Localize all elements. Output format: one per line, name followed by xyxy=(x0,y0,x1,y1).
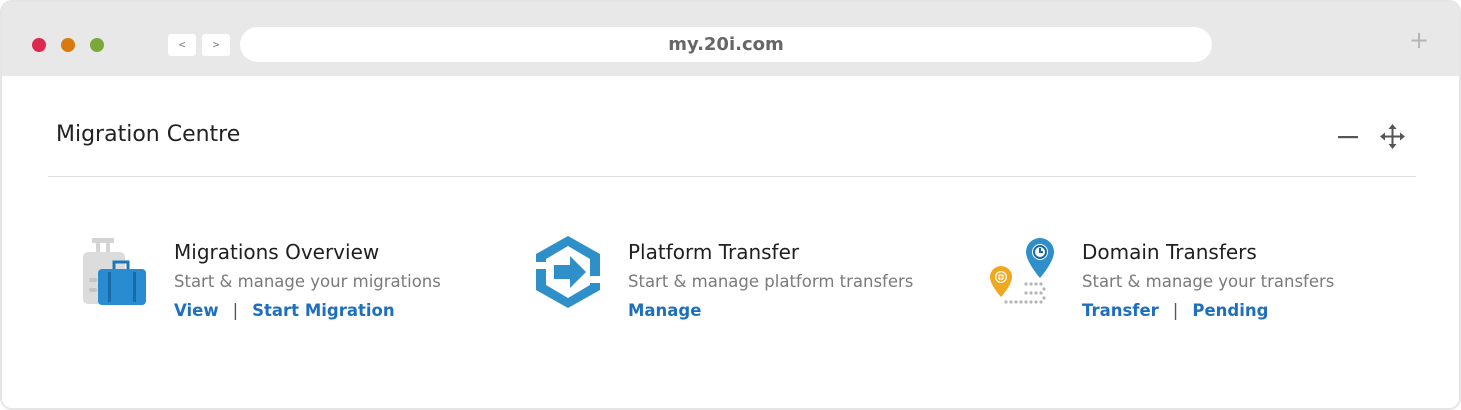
address-bar[interactable]: my.20i.com xyxy=(240,27,1212,62)
browser-titlebar: < > my.20i.com + xyxy=(2,2,1459,76)
link-separator: | xyxy=(232,301,239,320)
card-title: Platform Transfer xyxy=(628,240,800,264)
close-window-button[interactable] xyxy=(32,38,46,52)
panel-title: Migration Centre xyxy=(56,122,241,147)
minimize-window-button[interactable] xyxy=(61,38,75,52)
forward-button[interactable]: > xyxy=(202,34,230,56)
start-migration-link[interactable]: Start Migration xyxy=(252,301,394,320)
platform-transfer-icon xyxy=(532,236,604,308)
domain-transfer-icon xyxy=(990,238,1054,304)
luggage-icon xyxy=(83,238,146,305)
transfer-link[interactable]: Transfer xyxy=(1082,301,1159,320)
browser-window: < > my.20i.com + Migration Centre Migrat… xyxy=(0,0,1461,410)
card-links: Transfer | Pending xyxy=(1082,301,1268,320)
card-description: Start & manage your transfers xyxy=(1082,272,1335,291)
new-tab-button[interactable]: + xyxy=(1408,26,1430,54)
back-button[interactable]: < xyxy=(168,34,196,56)
card-description: Start & manage your migrations xyxy=(174,272,441,291)
card-title: Domain Transfers xyxy=(1082,240,1257,264)
pending-link[interactable]: Pending xyxy=(1192,301,1268,320)
card-title: Migrations Overview xyxy=(174,240,380,264)
link-separator: | xyxy=(1172,301,1179,320)
view-migrations-link[interactable]: View xyxy=(174,301,219,320)
minimize-panel-icon[interactable] xyxy=(1338,128,1358,146)
panel-divider xyxy=(48,176,1416,177)
manage-link[interactable]: Manage xyxy=(628,301,701,320)
move-panel-icon[interactable] xyxy=(1380,124,1405,149)
maximize-window-button[interactable] xyxy=(90,38,104,52)
card-description: Start & manage platform transfers xyxy=(628,272,914,291)
card-links: View | Start Migration xyxy=(174,301,395,320)
card-links: Manage xyxy=(628,301,701,320)
